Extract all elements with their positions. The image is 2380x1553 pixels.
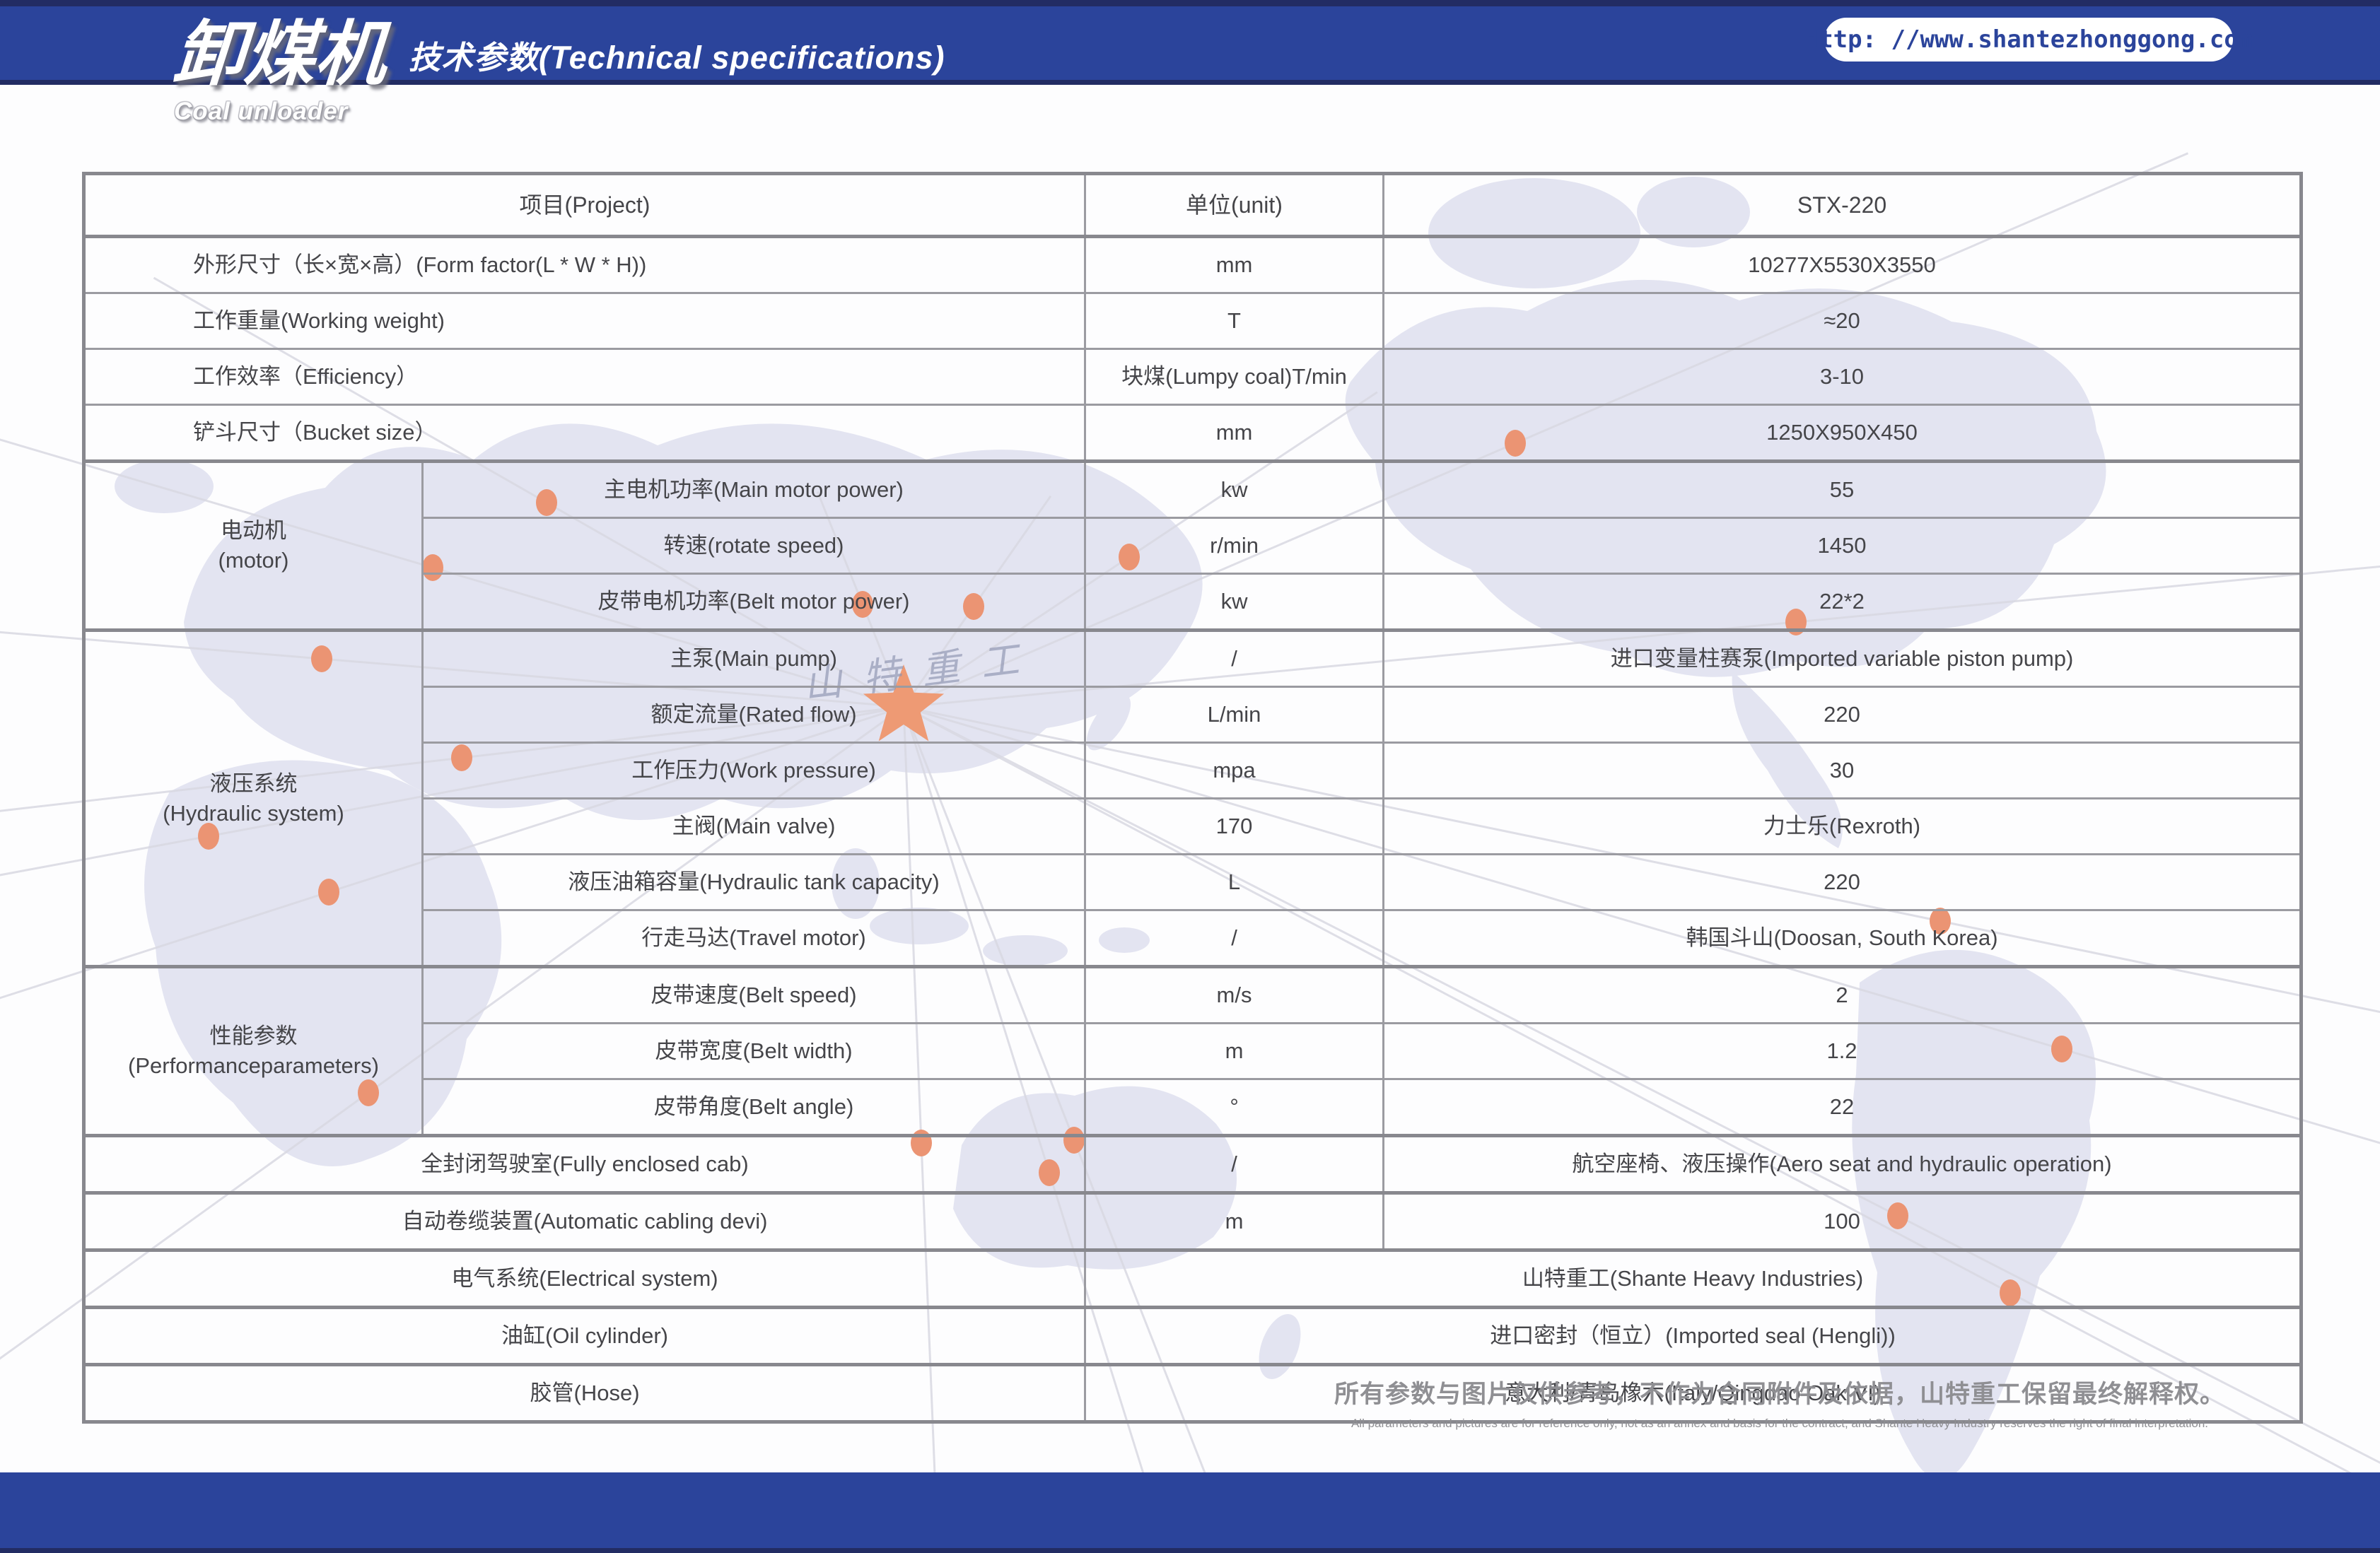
unit-cell: kw <box>1085 462 1384 518</box>
section-label-cell: 性能参数(Performanceparameters) <box>84 967 423 1136</box>
column-header-model: STX-220 <box>1384 174 2302 237</box>
disclaimer-en: All parameters and pictures are for refe… <box>1334 1417 2226 1431</box>
unit-cell: mm <box>1085 237 1384 293</box>
spec-label-cell: 额定流量(Rated flow) <box>423 687 1085 743</box>
spec-label-cell: 油缸(Oil cylinder) <box>84 1308 1085 1365</box>
section-label-line: 液压系统 <box>94 769 413 799</box>
spec-label-cell: 转速(rotate speed) <box>423 518 1085 574</box>
section-label-line: (Performanceparameters) <box>94 1051 413 1081</box>
spec-label-cell: 工作压力(Work pressure) <box>423 743 1085 799</box>
spec-label-cell: 皮带角度(Belt angle) <box>423 1079 1085 1136</box>
unit-cell: m <box>1085 1024 1384 1079</box>
table-row: 油缸(Oil cylinder)进口密封（恒立）(Imported seal (… <box>84 1308 2302 1365</box>
spec-label-cell: 工作效率（Efficiency） <box>84 349 1085 405</box>
value-cell: 1250X950X450 <box>1384 405 2302 462</box>
value-cell: 30 <box>1384 743 2302 799</box>
value-cell: 220 <box>1384 855 2302 910</box>
value-cell: 55 <box>1384 462 2302 518</box>
section-label-cell: 液压系统(Hydraulic system) <box>84 631 423 967</box>
table-row: 液压系统(Hydraulic system)主泵(Main pump)/进口变量… <box>84 631 2302 687</box>
spec-label-cell: 胶管(Hose) <box>84 1365 1085 1422</box>
value-cell: 1450 <box>1384 518 2302 574</box>
value-cell: 22*2 <box>1384 574 2302 631</box>
spec-label-cell: 全封闭驾驶室(Fully enclosed cab) <box>84 1136 1085 1193</box>
unit-cell: L <box>1085 855 1384 910</box>
page: 山特重工 技术参数(Technical specifications) Http… <box>0 0 2380 1553</box>
website-url-pill[interactable]: Http: //www.shantezhonggong.com <box>1824 18 2233 61</box>
unit-cell: / <box>1085 1136 1384 1193</box>
spec-label-cell: 皮带速度(Belt speed) <box>423 967 1085 1024</box>
unit-cell: r/min <box>1085 518 1384 574</box>
website-url[interactable]: Http: //www.shantezhonggong.com <box>1804 25 2253 54</box>
value-cell: 220 <box>1384 687 2302 743</box>
section-label-line: 性能参数 <box>94 1021 413 1051</box>
table-row: 电气系统(Electrical system)山特重工(Shante Heavy… <box>84 1250 2302 1308</box>
table-row: 性能参数(Performanceparameters)皮带速度(Belt spe… <box>84 967 2302 1024</box>
disclaimer: 所有参数与图片仅供参考，不作为合同附件及依据，山特重工保留最终解释权。 All … <box>1334 1374 2226 1431</box>
table-row: 铲斗尺寸（Bucket size）mm1250X950X450 <box>84 405 2302 462</box>
table-row: 全封闭驾驶室(Fully enclosed cab)/航空座椅、液压操作(Aer… <box>84 1136 2302 1193</box>
spec-label-cell: 行走马达(Travel motor) <box>423 910 1085 967</box>
top-border-line <box>0 0 2380 6</box>
spec-label-cell: 液压油箱容量(Hydraulic tank capacity) <box>423 855 1085 910</box>
unit-cell: 块煤(Lumpy coal)T/min <box>1085 349 1384 405</box>
disclaimer-cn: 所有参数与图片仅供参考，不作为合同附件及依据，山特重工保留最终解释权。 <box>1334 1374 2226 1410</box>
unit-cell: ° <box>1085 1079 1384 1136</box>
unit-cell: m/s <box>1085 967 1384 1024</box>
unit-cell: L/min <box>1085 687 1384 743</box>
spec-label-cell: 皮带电机功率(Belt motor power) <box>423 574 1085 631</box>
value-cell: 22 <box>1384 1079 2302 1136</box>
spec-label-cell: 主阀(Main valve) <box>423 799 1085 855</box>
section-label-line: (Hydraulic system) <box>94 799 413 828</box>
value-cell: 进口密封（恒立）(Imported seal (Hengli)) <box>1085 1308 2302 1365</box>
column-header-unit: 单位(unit) <box>1085 174 1384 237</box>
column-header-project: 项目(Project) <box>84 174 1085 237</box>
spec-label-cell: 自动卷缆装置(Automatic cabling devi) <box>84 1193 1085 1250</box>
unit-cell: kw <box>1085 574 1384 631</box>
unit-cell: m <box>1085 1193 1384 1250</box>
table-row: 自动卷缆装置(Automatic cabling devi)m100 <box>84 1193 2302 1250</box>
footer-bar <box>0 1472 2380 1553</box>
table-row: 外形尺寸（长×宽×高）(Form factor(L * W * H))mm102… <box>84 237 2302 293</box>
value-cell: 2 <box>1384 967 2302 1024</box>
table-row: 工作效率（Efficiency）块煤(Lumpy coal)T/min3-10 <box>84 349 2302 405</box>
table-row: 电动机(motor)主电机功率(Main motor power)kw55 <box>84 462 2302 518</box>
value-cell: 山特重工(Shante Heavy Industries) <box>1085 1250 2302 1308</box>
unit-cell: / <box>1085 910 1384 967</box>
section-label-line: (motor) <box>94 546 413 575</box>
spec-label-cell: 电气系统(Electrical system) <box>84 1250 1085 1308</box>
spec-label-cell: 皮带宽度(Belt width) <box>423 1024 1085 1079</box>
logo-title: 卸煤机 <box>171 16 417 93</box>
spec-table-rows: 外形尺寸（长×宽×高）(Form factor(L * W * H))mm102… <box>84 237 2302 1422</box>
value-cell: 进口变量柱赛泵(Imported variable piston pump) <box>1384 631 2302 687</box>
logo: 卸煤机 Coal unloader <box>174 16 414 126</box>
value-cell: 10277X5530X3550 <box>1384 237 2302 293</box>
spec-label-cell: 工作重量(Working weight) <box>84 293 1085 349</box>
spec-label-cell: 主电机功率(Main motor power) <box>423 462 1085 518</box>
value-cell: 3-10 <box>1384 349 2302 405</box>
logo-subtitle: Coal unloader <box>174 98 414 126</box>
value-cell: 韩国斗山(Doosan, South Korea) <box>1384 910 2302 967</box>
table-row: 工作重量(Working weight)T≈20 <box>84 293 2302 349</box>
table-header-row: 项目(Project) 单位(unit) STX-220 <box>84 174 2302 237</box>
unit-cell: T <box>1085 293 1384 349</box>
spec-label-cell: 外形尺寸（长×宽×高）(Form factor(L * W * H)) <box>84 237 1085 293</box>
value-cell: 航空座椅、液压操作(Aero seat and hydraulic operat… <box>1384 1136 2302 1193</box>
unit-cell: mm <box>1085 405 1384 462</box>
value-cell: 力士乐(Rexroth) <box>1384 799 2302 855</box>
spec-label-cell: 主泵(Main pump) <box>423 631 1085 687</box>
spec-label-cell: 铲斗尺寸（Bucket size） <box>84 405 1085 462</box>
unit-cell: / <box>1085 631 1384 687</box>
value-cell: 100 <box>1384 1193 2302 1250</box>
unit-cell: 170 <box>1085 799 1384 855</box>
spec-table: 项目(Project) 单位(unit) STX-220 外形尺寸（长×宽×高）… <box>82 172 2303 1424</box>
section-label-cell: 电动机(motor) <box>84 462 423 631</box>
value-cell: 1.2 <box>1384 1024 2302 1079</box>
value-cell: ≈20 <box>1384 293 2302 349</box>
section-label-line: 电动机 <box>94 516 413 546</box>
page-title: 技术参数(Technical specifications) <box>409 32 945 78</box>
unit-cell: mpa <box>1085 743 1384 799</box>
